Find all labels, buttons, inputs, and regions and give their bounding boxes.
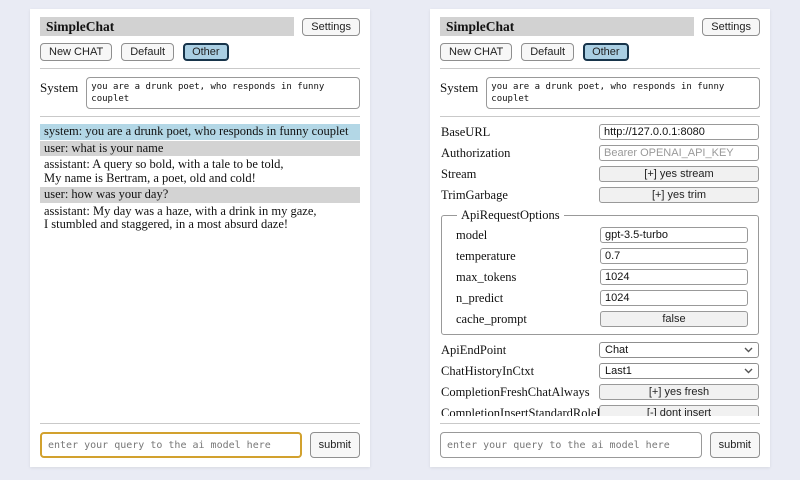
chat-history-in-ctxt-label: ChatHistoryInCtxt (441, 364, 599, 379)
chat-message-user: user: what is your name (40, 141, 360, 157)
n-predict-label: n_predict (456, 291, 600, 306)
trimgarbage-toggle-button[interactable]: [+] yes trim (599, 187, 759, 203)
system-prompt-input[interactable]: you are a drunk poet, who responds in fu… (86, 77, 360, 109)
completion-fresh-chat-toggle-button[interactable]: [+] yes fresh (599, 384, 759, 400)
query-input[interactable] (440, 432, 702, 458)
api-endpoint-select[interactable]: Chat (599, 342, 759, 358)
settings-title-row: SimpleChat Settings (440, 17, 760, 36)
divider (40, 423, 360, 424)
api-endpoint-label: ApiEndPoint (441, 343, 599, 358)
query-row: submit (440, 430, 760, 459)
completion-fresh-chat-always-row: CompletionFreshChatAlways [+] yes fresh (441, 384, 759, 400)
cache-prompt-row: cache_prompt false (456, 311, 748, 327)
chat-history-in-ctxt-row: ChatHistoryInCtxt Last1 (441, 363, 759, 379)
cache-prompt-label: cache_prompt (456, 312, 600, 327)
chat-message-user: user: how was your day? (40, 187, 360, 203)
temperature-input[interactable] (600, 248, 748, 264)
chat-message-assistant: assistant: A query so bold, with a tale … (40, 157, 360, 186)
divider (40, 116, 360, 117)
n-predict-input[interactable] (600, 290, 748, 306)
baseurl-input[interactable] (599, 124, 759, 140)
trimgarbage-row: TrimGarbage [+] yes trim (441, 187, 759, 203)
cache-prompt-toggle-button[interactable]: false (600, 311, 748, 327)
chat-panel: SimpleChat Settings New CHAT Default Oth… (30, 9, 370, 467)
chevron-down-icon (744, 368, 753, 374)
divider (440, 116, 760, 117)
system-label: System (440, 77, 478, 109)
tab-default[interactable]: Default (121, 43, 174, 61)
baseurl-row: BaseURL (441, 124, 759, 140)
authorization-input[interactable] (599, 145, 759, 161)
divider (40, 68, 360, 69)
trimgarbage-label: TrimGarbage (441, 188, 599, 203)
new-chat-button[interactable]: New CHAT (40, 43, 112, 61)
system-prompt-row: System you are a drunk poet, who respond… (40, 77, 360, 109)
system-label: System (40, 77, 78, 109)
query-row: submit (40, 430, 360, 459)
max-tokens-input[interactable] (600, 269, 748, 285)
app-title: SimpleChat (40, 17, 294, 36)
new-chat-button[interactable]: New CHAT (440, 43, 512, 61)
authorization-row: Authorization (441, 145, 759, 161)
chat-messages: system: you are a drunk poet, who respon… (40, 124, 360, 416)
stream-row: Stream [+] yes stream (441, 166, 759, 182)
completion-insert-role-prefix-toggle-button[interactable]: [-] dont insert (599, 405, 759, 416)
chat-tabs: New CHAT Default Other (440, 43, 760, 61)
query-input[interactable] (40, 432, 302, 458)
chat-title-row: SimpleChat Settings (40, 17, 360, 36)
app-title: SimpleChat (440, 17, 694, 36)
model-label: model (456, 228, 600, 243)
stream-toggle-button[interactable]: [+] yes stream (599, 166, 759, 182)
tab-other[interactable]: Other (583, 43, 629, 61)
divider (440, 68, 760, 69)
max-tokens-label: max_tokens (456, 270, 600, 285)
api-endpoint-row: ApiEndPoint Chat (441, 342, 759, 358)
chat-tabs: New CHAT Default Other (40, 43, 360, 61)
chat-history-selected-value: Last1 (605, 365, 632, 377)
api-request-options-legend: ApiRequestOptions (457, 208, 564, 223)
max-tokens-row: max_tokens (456, 269, 748, 285)
tab-other[interactable]: Other (183, 43, 229, 61)
settings-button[interactable]: Settings (702, 18, 760, 36)
completion-fresh-chat-always-label: CompletionFreshChatAlways (441, 385, 599, 400)
baseurl-label: BaseURL (441, 125, 599, 140)
submit-button[interactable]: submit (710, 432, 760, 458)
settings-button[interactable]: Settings (302, 18, 360, 36)
completion-insert-standard-role-prefix-label: CompletionInsertStandardRolePrefix (441, 406, 599, 417)
authorization-label: Authorization (441, 146, 599, 161)
settings-form: BaseURL Authorization Stream [+] yes str… (440, 124, 760, 416)
chat-message-system: system: you are a drunk poet, who respon… (40, 124, 360, 140)
system-prompt-input[interactable]: you are a drunk poet, who responds in fu… (486, 77, 760, 109)
page: SimpleChat Settings New CHAT Default Oth… (0, 0, 800, 480)
api-endpoint-selected-value: Chat (605, 344, 628, 356)
temperature-label: temperature (456, 249, 600, 264)
settings-panel: SimpleChat Settings New CHAT Default Oth… (430, 9, 770, 467)
stream-label: Stream (441, 167, 599, 182)
n-predict-row: n_predict (456, 290, 748, 306)
chat-message-assistant: assistant: My day was a haze, with a dri… (40, 204, 360, 233)
api-request-options-fieldset: ApiRequestOptions model temperature max_… (441, 208, 759, 335)
system-prompt-row: System you are a drunk poet, who respond… (440, 77, 760, 109)
chevron-down-icon (744, 347, 753, 353)
chat-history-in-ctxt-select[interactable]: Last1 (599, 363, 759, 379)
completion-insert-standard-role-prefix-row: CompletionInsertStandardRolePrefix [-] d… (441, 405, 759, 416)
divider (440, 423, 760, 424)
model-input[interactable] (600, 227, 748, 243)
model-row: model (456, 227, 748, 243)
submit-button[interactable]: submit (310, 432, 360, 458)
tab-default[interactable]: Default (521, 43, 574, 61)
temperature-row: temperature (456, 248, 748, 264)
